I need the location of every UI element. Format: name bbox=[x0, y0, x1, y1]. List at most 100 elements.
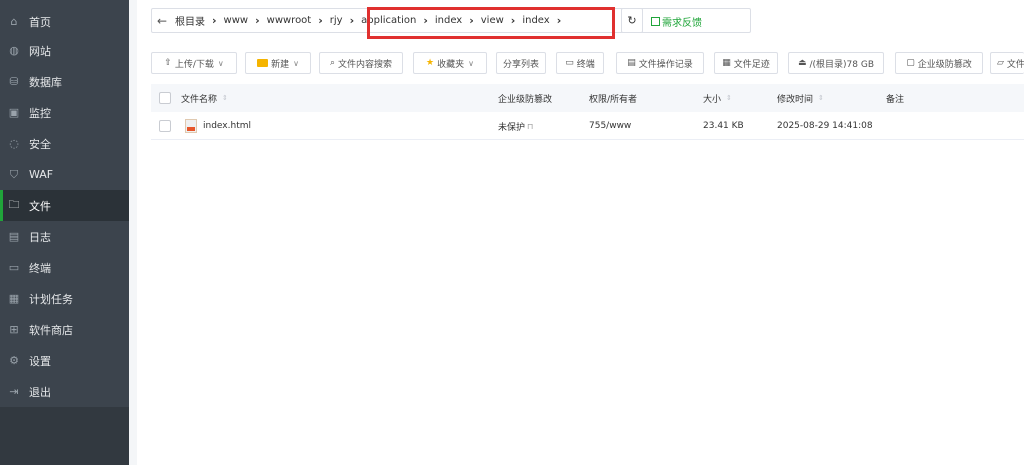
row-permission[interactable]: 755/www bbox=[589, 112, 631, 140]
back-arrow-icon[interactable]: ← bbox=[152, 14, 172, 28]
lock-icon: ⊓ bbox=[527, 121, 534, 131]
log-icon: ▤ bbox=[8, 230, 20, 243]
row-size: 23.41 KB bbox=[703, 112, 744, 140]
crumb-rjy[interactable]: rjy bbox=[327, 15, 346, 26]
row-file-name[interactable]: index.html bbox=[185, 112, 251, 140]
permission-text[interactable]: 755/www bbox=[589, 121, 631, 131]
more-files-button[interactable]: ▱ 文件 bbox=[990, 52, 1024, 74]
file-name-text[interactable]: index.html bbox=[203, 121, 251, 131]
folder-icon: 🗀 bbox=[8, 198, 20, 211]
sidebar-item-label: WAF bbox=[29, 168, 54, 181]
footprint-icon: ▦ bbox=[722, 58, 731, 68]
feedback-link[interactable]: 需求反馈 bbox=[651, 14, 702, 29]
feedback-label: 需求反馈 bbox=[662, 18, 702, 29]
file-op-log-label: 文件操作记录 bbox=[638, 59, 693, 70]
table-row[interactable]: index.html 未保护 ⊓ 755/www 23.41 KB 2025-0… bbox=[151, 112, 1024, 140]
tamper-icon: ▢ bbox=[906, 58, 915, 68]
favorites-button[interactable]: ★ 收藏夹 ∨ bbox=[413, 52, 487, 74]
sidebar-item-database[interactable]: ⛁ 数据库 bbox=[0, 66, 129, 97]
refresh-icon: ↻ bbox=[627, 14, 637, 27]
chevron-right-icon: › bbox=[423, 14, 428, 27]
sidebar-item-label: 计划任务 bbox=[29, 292, 73, 306]
sidebar-item-label: 监控 bbox=[29, 106, 51, 120]
sidebar-item-app-store[interactable]: ⊞ 软件商店 bbox=[0, 314, 129, 345]
sort-icon[interactable]: ⇕ bbox=[818, 94, 824, 102]
share-list-label: 分享列表 bbox=[502, 59, 539, 70]
disk-label: /(根目录)78 GB bbox=[809, 59, 875, 70]
sidebar-item-home[interactable]: ⌂ 首页 bbox=[0, 6, 129, 37]
sidebar-item-label: 日志 bbox=[29, 230, 51, 244]
header-size-label: 大小 bbox=[703, 94, 722, 105]
file-footprint-button[interactable]: ▦ 文件足迹 bbox=[714, 52, 778, 74]
header-tamper: 企业级防篡改 bbox=[498, 84, 552, 112]
chevron-right-icon: › bbox=[556, 14, 562, 27]
sidebar-item-label: 软件商店 bbox=[29, 323, 73, 337]
crumb-view[interactable]: view bbox=[478, 15, 507, 26]
chevron-right-icon: › bbox=[510, 14, 516, 27]
sidebar-item-logout[interactable]: ⇥ 退出 bbox=[0, 376, 129, 407]
folder-open-icon: ▱ bbox=[997, 58, 1004, 68]
new-button[interactable]: 新建 ∨ bbox=[245, 52, 311, 74]
chevron-right-icon: › bbox=[318, 14, 323, 27]
row-tamper-status[interactable]: 未保护 ⊓ bbox=[498, 112, 533, 140]
chevron-right-icon: › bbox=[469, 14, 474, 27]
crumb-www[interactable]: www bbox=[221, 15, 252, 26]
star-icon: ★ bbox=[426, 58, 435, 68]
sidebar-item-terminal[interactable]: ▭ 终端 bbox=[0, 252, 129, 283]
sidebar-item-monitor[interactable]: ▣ 监控 bbox=[0, 97, 129, 128]
more-files-label: 文件 bbox=[1006, 59, 1024, 70]
tamper-proof-label: 企业级防篡改 bbox=[917, 59, 972, 70]
header-size[interactable]: 大小 ⇕ bbox=[703, 84, 732, 112]
sidebar: ⌂ 首页 ◍ 网站 ⛁ 数据库 ▣ 监控 ◌ 安全 ⛉ WAF 🗀 文件 ▤ 日… bbox=[0, 0, 129, 465]
crumb-application[interactable]: application bbox=[358, 15, 419, 26]
content-search-button[interactable]: ⌕ 文件内容搜索 bbox=[319, 52, 403, 74]
sidebar-item-waf[interactable]: ⛉ WAF bbox=[0, 159, 129, 190]
sidebar-item-security[interactable]: ◌ 安全 bbox=[0, 128, 129, 159]
crumb-index-current[interactable]: index bbox=[519, 15, 552, 26]
chevron-down-icon: ∨ bbox=[217, 58, 224, 68]
row-modified: 2025-08-29 14:41:08 bbox=[777, 112, 873, 140]
sidebar-item-label: 数据库 bbox=[29, 75, 62, 89]
tamper-proof-button[interactable]: ▢ 企业级防篡改 bbox=[895, 52, 983, 74]
select-all-checkbox[interactable] bbox=[159, 84, 171, 112]
waf-shield-icon: ⛉ bbox=[9, 167, 19, 181]
apps-icon: ⊞ bbox=[9, 323, 19, 336]
tamper-status-text[interactable]: 未保护 bbox=[498, 120, 525, 133]
header-tamper-label: 企业级防篡改 bbox=[498, 94, 553, 105]
content-search-label: 文件内容搜索 bbox=[338, 59, 393, 70]
sidebar-item-cron[interactable]: ▦ 计划任务 bbox=[0, 283, 129, 314]
sidebar-item-logs[interactable]: ▤ 日志 bbox=[0, 221, 129, 252]
checkbox[interactable] bbox=[159, 92, 171, 104]
sidebar-item-files[interactable]: 🗀 文件 bbox=[0, 190, 129, 221]
header-modified[interactable]: 修改时间 ⇕ bbox=[777, 84, 824, 112]
file-op-log-button[interactable]: ▤ 文件操作记录 bbox=[616, 52, 704, 74]
crumb-wwwroot[interactable]: wwwroot bbox=[264, 15, 315, 26]
refresh-button[interactable]: ↻ bbox=[621, 8, 643, 33]
share-list-button[interactable]: 分享列表 bbox=[496, 52, 546, 74]
html-file-icon bbox=[185, 119, 197, 133]
header-permission-label: 权限/所有者 bbox=[589, 94, 638, 105]
sidebar-item-settings[interactable]: ⚙ 设置 bbox=[0, 345, 129, 376]
sidebar-item-label: 首页 bbox=[29, 15, 51, 29]
checkbox[interactable] bbox=[159, 120, 171, 132]
terminal-label: 终端 bbox=[576, 59, 595, 70]
sort-icon[interactable]: ⇕ bbox=[222, 94, 228, 102]
sidebar-item-label: 安全 bbox=[29, 137, 51, 151]
row-checkbox[interactable] bbox=[159, 112, 171, 140]
header-modified-label: 修改时间 bbox=[777, 94, 814, 105]
disk-icon: ⏏ bbox=[797, 58, 807, 68]
shield-icon: ◌ bbox=[9, 137, 19, 150]
sidebar-item-label: 网站 bbox=[29, 44, 51, 58]
terminal-icon: ▭ bbox=[565, 58, 574, 68]
sidebar-item-label: 终端 bbox=[29, 261, 51, 275]
upload-download-label: 上传/下载 bbox=[174, 59, 214, 70]
header-name[interactable]: 文件名称 ⇕ bbox=[181, 84, 228, 112]
crumb-index[interactable]: index bbox=[432, 15, 465, 26]
terminal-button[interactable]: ▭ 终端 bbox=[556, 52, 604, 74]
upload-download-button[interactable]: ⇧ 上传/下载 ∨ bbox=[151, 52, 237, 74]
crumb-root[interactable]: 根目录 bbox=[172, 13, 208, 28]
sort-icon[interactable]: ⇕ bbox=[726, 94, 732, 102]
app-root: ⌂ 首页 ◍ 网站 ⛁ 数据库 ▣ 监控 ◌ 安全 ⛉ WAF 🗀 文件 ▤ 日… bbox=[0, 0, 1024, 465]
sidebar-item-websites[interactable]: ◍ 网站 bbox=[0, 35, 129, 66]
disk-button[interactable]: ⏏ /(根目录)78 GB bbox=[788, 52, 884, 74]
